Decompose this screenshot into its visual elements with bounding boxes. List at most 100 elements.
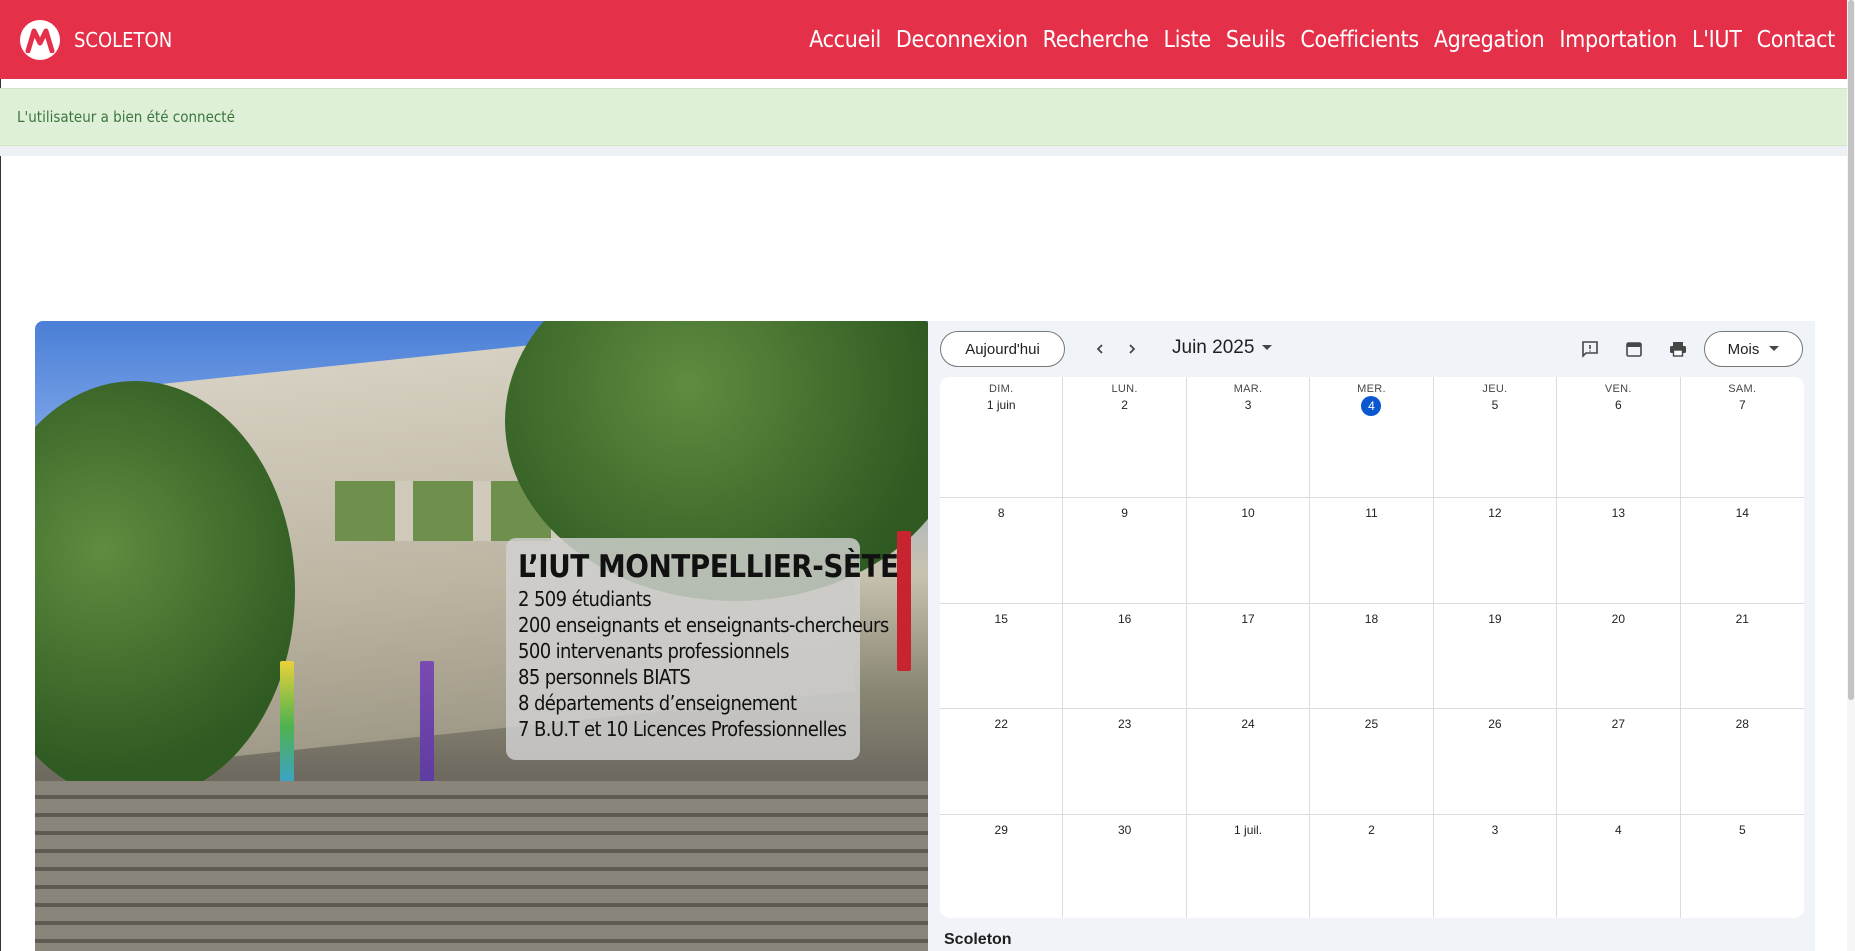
calendar-day-cell[interactable]: 26 — [1433, 709, 1558, 815]
month-selector[interactable]: Juin 2025 — [1172, 337, 1273, 359]
day-number[interactable]: 1 juin — [987, 396, 1016, 416]
day-number[interactable]: 29 — [991, 821, 1011, 841]
day-number[interactable]: 25 — [1361, 715, 1381, 735]
day-number[interactable]: 28 — [1732, 715, 1752, 735]
day-number[interactable]: 12 — [1485, 504, 1505, 524]
nav-contact[interactable]: Contact — [1757, 27, 1836, 53]
day-number[interactable]: 13 — [1608, 504, 1628, 524]
page-border — [0, 79, 1, 951]
calendar-day-cell[interactable]: 13 — [1557, 498, 1681, 604]
nav-iut[interactable]: L'IUT — [1692, 27, 1742, 53]
calendar-day-cell[interactable]: 24 — [1186, 709, 1311, 815]
calendar-day-cell[interactable]: 28 — [1680, 709, 1804, 815]
nav-agregation[interactable]: Agregation — [1434, 27, 1545, 53]
scrollbar-thumb[interactable] — [1848, 0, 1854, 700]
month-label: Juin 2025 — [1172, 337, 1255, 358]
calendar-day-cell[interactable]: 2 — [1310, 815, 1434, 918]
day-number[interactable]: 9 — [1115, 504, 1135, 524]
calendar-day-cell[interactable]: 18 — [1310, 604, 1434, 709]
page-scrollbar[interactable] — [1847, 0, 1855, 951]
nav-accueil[interactable]: Accueil — [809, 27, 881, 53]
feedback-icon[interactable] — [1578, 337, 1602, 361]
day-number[interactable]: 3 — [1238, 396, 1258, 416]
calendar-day-cell[interactable]: 3 — [1434, 815, 1558, 918]
day-number[interactable]: 15 — [991, 610, 1011, 630]
today-date[interactable]: 4 — [1361, 396, 1382, 416]
day-number[interactable]: 21 — [1732, 610, 1752, 630]
calendar-day-cell[interactable]: 11 — [1310, 498, 1434, 604]
nav-recherche[interactable]: Recherche — [1043, 27, 1149, 53]
day-number[interactable]: 6 — [1608, 396, 1628, 416]
day-number[interactable]: 18 — [1361, 610, 1381, 630]
weekday-label: VEN. — [1604, 383, 1632, 395]
calendar-day-cell[interactable]: JEU. 5 — [1433, 377, 1558, 498]
calendar-day-cell[interactable]: 27 — [1557, 709, 1681, 815]
day-number[interactable]: 10 — [1238, 504, 1258, 524]
calendar-day-cell[interactable]: 29 — [940, 815, 1064, 918]
calendar-day-cell[interactable]: 17 — [1186, 604, 1311, 709]
main-nav: Accueil Deconnexion Recherche Liste Seui… — [809, 27, 1835, 53]
day-number[interactable]: 5 — [1732, 821, 1752, 841]
iut-title: L’IUT MONTPELLIER-SÈTE — [518, 549, 899, 585]
weekday-label: LUN. — [1111, 383, 1138, 395]
calendar-day-cell[interactable]: 5 — [1681, 815, 1804, 918]
day-number[interactable]: 20 — [1608, 610, 1628, 630]
calendar-day-cell[interactable]: 14 — [1680, 498, 1804, 604]
day-number[interactable]: 11 — [1361, 504, 1381, 524]
calendar-day-cell[interactable]: DIM. 1 juin — [940, 377, 1064, 498]
nav-liste[interactable]: Liste — [1164, 27, 1212, 53]
calendar-day-cell[interactable]: SAM. 7 — [1680, 377, 1804, 498]
calendar-day-cell[interactable]: 22 — [940, 709, 1064, 815]
day-number[interactable]: 5 — [1485, 396, 1505, 416]
calendar-day-cell[interactable]: 15 — [940, 604, 1064, 709]
iut-stat: 2 509 étudiants — [518, 587, 652, 611]
calendar-day-cell[interactable]: 9 — [1063, 498, 1187, 604]
day-number[interactable]: 7 — [1732, 396, 1752, 416]
success-alert: L'utilisateur a bien été connecté — [0, 88, 1855, 146]
day-number[interactable]: 8 — [991, 504, 1011, 524]
nav-deconnexion[interactable]: Deconnexion — [896, 27, 1028, 53]
calendar-day-cell[interactable]: 16 — [1063, 604, 1187, 709]
calendar-day-cell[interactable]: MER. 4 — [1310, 377, 1434, 498]
calendar-day-cell[interactable]: 8 — [940, 498, 1064, 604]
day-number[interactable]: 16 — [1115, 610, 1135, 630]
calendar-day-cell[interactable]: 21 — [1680, 604, 1804, 709]
day-number[interactable]: 4 — [1608, 821, 1628, 841]
day-number[interactable]: 30 — [1115, 821, 1135, 841]
calendar-day-cell[interactable]: 23 — [1063, 709, 1187, 815]
day-number[interactable]: 23 — [1115, 715, 1135, 735]
calendar-day-cell[interactable]: 10 — [1186, 498, 1311, 604]
day-number[interactable]: 19 — [1485, 610, 1505, 630]
nav-importation[interactable]: Importation — [1559, 27, 1677, 53]
calendar-icon[interactable] — [1622, 337, 1646, 361]
day-number[interactable]: 22 — [991, 715, 1011, 735]
day-number[interactable]: 3 — [1485, 821, 1505, 841]
day-number[interactable]: 26 — [1485, 715, 1505, 735]
calendar-day-cell[interactable]: 1 juil. — [1187, 815, 1311, 918]
nav-coefficients[interactable]: Coefficients — [1300, 27, 1419, 53]
day-number[interactable]: 14 — [1732, 504, 1752, 524]
day-number[interactable]: 1 juil. — [1234, 821, 1262, 841]
iut-hero-image: L’IUT MONTPELLIER-SÈTE 2 509 étudiants 2… — [35, 321, 928, 951]
today-button[interactable]: Aujourd'hui — [940, 331, 1065, 367]
print-icon[interactable] — [1666, 337, 1690, 361]
calendar-day-cell[interactable]: 30 — [1063, 815, 1187, 918]
chevron-right-icon[interactable] — [1120, 337, 1144, 361]
day-number[interactable]: 2 — [1115, 396, 1135, 416]
calendar-day-cell[interactable]: 12 — [1433, 498, 1558, 604]
calendar-day-cell[interactable]: VEN. 6 — [1557, 377, 1681, 498]
calendar-day-cell[interactable]: 25 — [1310, 709, 1434, 815]
calendar-day-cell[interactable]: LUN. 2 — [1063, 377, 1187, 498]
calendar-day-cell[interactable]: 19 — [1433, 604, 1558, 709]
day-number[interactable]: 24 — [1238, 715, 1258, 735]
calendar-day-cell[interactable]: 4 — [1557, 815, 1681, 918]
calendar-day-cell[interactable]: 20 — [1557, 604, 1681, 709]
calendar-day-cell[interactable]: MAR. 3 — [1186, 377, 1311, 498]
view-mode-dropdown[interactable]: Mois — [1704, 331, 1803, 367]
brand-link[interactable]: SCOLETON — [20, 19, 172, 60]
day-number[interactable]: 17 — [1238, 610, 1258, 630]
nav-seuils[interactable]: Seuils — [1226, 27, 1286, 53]
day-number[interactable]: 27 — [1608, 715, 1628, 735]
chevron-left-icon[interactable] — [1088, 337, 1112, 361]
day-number[interactable]: 2 — [1361, 821, 1381, 841]
